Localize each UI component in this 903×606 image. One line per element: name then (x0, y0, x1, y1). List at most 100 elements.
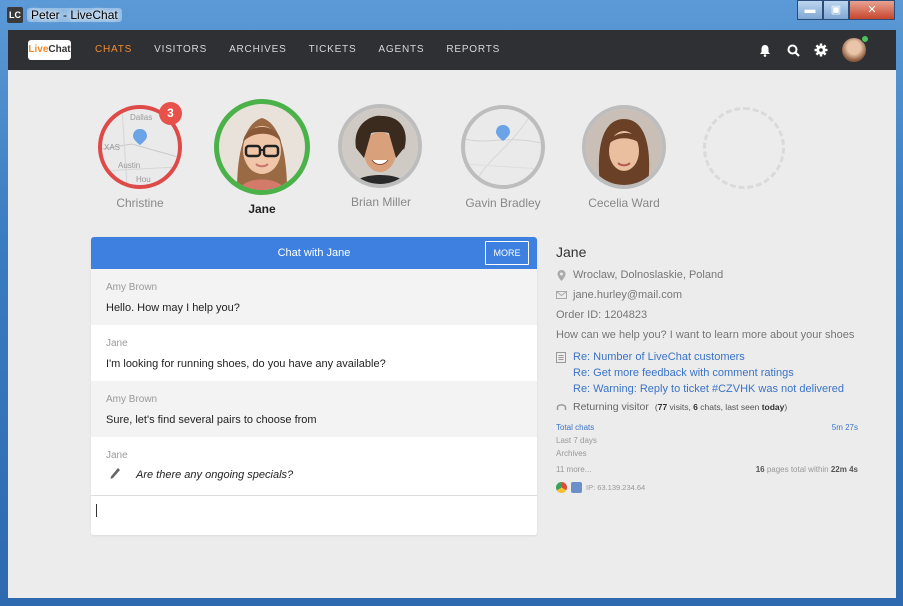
message-text: I'm looking for running shoes, do you ha… (106, 358, 386, 370)
message-author: Amy Brown (106, 282, 158, 293)
queue-name: Cecelia Ward (588, 196, 660, 210)
more-button[interactable]: MORE (485, 241, 529, 265)
map-pin-icon (133, 129, 147, 145)
total-chats-row: Total chats 5m 27s (556, 423, 858, 432)
visitor-tech-row: IP: 63.139.234.64 (556, 482, 876, 493)
chat-message: Amy Brown Hello. How may I help you? (91, 269, 537, 325)
queue-item-christine[interactable]: Dallas XAS Austin Hou 3 Christine (98, 102, 182, 210)
visitor-name: Jane (556, 244, 587, 260)
top-nav: LiveChat CHATS VISITORS ARCHIVES TICKETS… (8, 30, 896, 70)
last-7-days-label: Last 7 days (556, 436, 597, 445)
visit-stats: Total chats 5m 27s Last 7 days Archives … (556, 423, 876, 474)
last-7-days-row: Last 7 days (556, 436, 858, 445)
brand-live: Live (28, 44, 49, 55)
queue-item-jane[interactable]: Jane (214, 99, 310, 216)
returning-summary: (77 visits, 6 chats, last seen today) (655, 402, 787, 412)
nav-actions (758, 35, 869, 62)
window-title: Peter - LiveChat (27, 8, 122, 22)
ticket-link[interactable]: Re: Get more feedback with comment ratin… (573, 367, 876, 379)
visitor-ip: IP: 63.139.234.64 (586, 483, 646, 492)
visitor-photo-avatar (214, 99, 310, 195)
queue-name: Gavin Bradley (465, 196, 541, 210)
message-text: Hello. How may I help you? (106, 302, 240, 314)
pages-time: 22m 4s (830, 465, 858, 474)
ticket-link-text: Re: Number of LiveChat customers (573, 351, 745, 363)
os-icon (571, 482, 582, 493)
chat-message-typing: Jane Are there any ongoing specials? (91, 437, 537, 493)
nav-agents[interactable]: AGENTS (378, 30, 424, 70)
pages-count: 16 (755, 465, 765, 474)
chat-panel: Chat with Jane MORE Amy Brown Hello. How… (91, 237, 537, 535)
map-label-hou: Hou (136, 175, 151, 184)
agent-avatar[interactable] (842, 35, 869, 62)
order-row: Order ID: 1204823 (556, 309, 876, 321)
message-author: Jane (106, 338, 128, 349)
message-text: Are there any ongoing specials? (136, 469, 294, 481)
queue-item-brian-miller[interactable]: Brian Miller (338, 104, 424, 209)
email-row: jane.hurley@mail.com (556, 289, 876, 301)
ticket-link-text: Re: Warning: Reply to ticket #CZVHK was … (573, 383, 845, 395)
visitor-email[interactable]: jane.hurley@mail.com (573, 289, 682, 301)
visitor-photo-avatar (338, 104, 422, 188)
queue-item-gavin-bradley[interactable]: Gavin Bradley (461, 105, 545, 210)
chat-message: Amy Brown Sure, let's find several pairs… (91, 381, 537, 437)
archives-row: Archives (556, 449, 858, 458)
headset-icon (556, 402, 567, 413)
more-link[interactable]: 11 more... (556, 465, 591, 474)
pencil-icon (109, 467, 121, 484)
message-author: Jane (106, 450, 128, 461)
close-button[interactable]: ✕ (849, 0, 895, 20)
nav-archives[interactable]: ARCHIVES (229, 30, 287, 70)
nav-reports[interactable]: REPORTS (446, 30, 500, 70)
message-author: Amy Brown (106, 394, 158, 405)
nav-visitors[interactable]: VISITORS (154, 30, 207, 70)
queue-name: Christine (116, 196, 164, 210)
chrome-icon (556, 482, 567, 493)
window-controls: ▬ ▣ ✕ (797, 0, 895, 20)
visitor-details: Jane Wroclaw, Dolnoslaskie, Poland jane.… (556, 244, 876, 493)
map-label-austin: Austin (118, 161, 141, 170)
gear-icon[interactable] (814, 38, 828, 62)
chat-message: Jane I'm looking for running shoes, do y… (91, 325, 537, 381)
online-status-dot (861, 35, 869, 43)
maximize-button[interactable]: ▣ (823, 0, 849, 20)
visits-count: 77 (657, 402, 668, 412)
map-pin-icon (496, 125, 510, 141)
location-pin-icon (556, 269, 567, 281)
title-bar[interactable]: LC Peter - LiveChat ▬ ▣ ✕ (0, 0, 903, 30)
queue-empty-slot (703, 107, 785, 189)
message-text-wrap: Are there any ongoing specials? (106, 461, 522, 481)
queue-item-cecelia-ward[interactable]: Cecelia Ward (582, 105, 666, 210)
message-text: Sure, let's find several pairs to choose… (106, 414, 317, 426)
app-logo-icon: LC (7, 7, 23, 23)
visitor-order-id: Order ID: 1204823 (556, 309, 648, 321)
visitor-location: Wroclaw, Dolnoslaskie, Poland (573, 269, 724, 281)
nav-chats[interactable]: CHATS (95, 30, 132, 70)
visitor-question: How can we help you? I want to learn mor… (556, 329, 855, 341)
bell-icon[interactable] (758, 38, 772, 62)
location-row: Wroclaw, Dolnoslaskie, Poland (556, 269, 876, 281)
chat-header: Chat with Jane MORE (91, 237, 537, 269)
livechat-logo[interactable]: LiveChat (28, 40, 71, 60)
ticket-link[interactable]: Re: Warning: Reply to ticket #CZVHK was … (573, 383, 876, 395)
ticket-link[interactable]: Re: Number of LiveChat customers (556, 351, 876, 363)
pages-summary: 16 pages total within 22m 4s (756, 465, 858, 474)
total-chats-label[interactable]: Total chats (556, 423, 594, 432)
tickets-list: Re: Number of LiveChat customers Re: Get… (556, 351, 876, 395)
minimize-button[interactable]: ▬ (797, 0, 823, 20)
total-chats-value: 5m 27s (831, 423, 858, 432)
last-seen: today (761, 402, 785, 412)
message-input[interactable] (91, 495, 537, 535)
chats-word: chats, last seen (697, 402, 762, 412)
search-icon[interactable] (786, 38, 800, 62)
visitor-map-avatar (461, 105, 545, 189)
queue-name: Brian Miller (350, 195, 411, 209)
archives-label: Archives (556, 449, 587, 458)
envelope-icon (556, 290, 567, 301)
question-row: How can we help you? I want to learn mor… (556, 329, 876, 341)
map-label-dallas: Dallas (130, 113, 153, 122)
nav-tickets[interactable]: TICKETS (309, 30, 357, 70)
ticket-link-text: Re: Get more feedback with comment ratin… (573, 367, 794, 379)
visits-word: visits, (667, 402, 694, 412)
chat-queue: Dallas XAS Austin Hou 3 Christine Jane B… (8, 90, 896, 220)
